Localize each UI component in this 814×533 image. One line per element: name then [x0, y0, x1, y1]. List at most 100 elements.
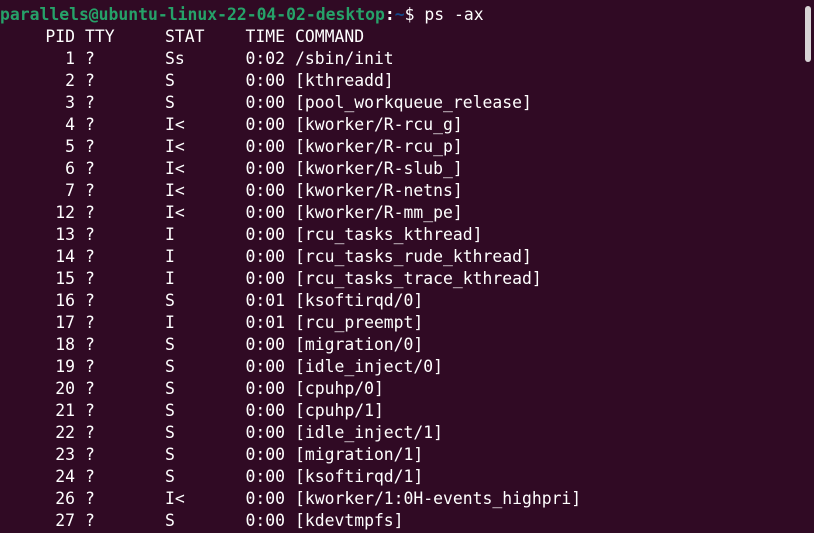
scrollbar-thumb[interactable]	[805, 6, 811, 62]
process-pid: 6	[65, 159, 75, 178]
vertical-scrollbar[interactable]	[800, 0, 814, 533]
process-time: 0:00	[245, 379, 285, 398]
process-command: [kworker/R-mm_pe]	[295, 203, 463, 222]
process-time: 0:00	[245, 159, 285, 178]
process-row: 19? S 0:00 [idle_inject/0]	[0, 356, 798, 378]
process-command: [kworker/1:0H-events_highpri]	[295, 489, 582, 508]
prompt-user-host: parallels@ubuntu-linux-22-04-02-desktop	[0, 5, 385, 24]
process-time: 0:00	[245, 489, 285, 508]
prompt-dollar: $	[404, 5, 425, 24]
process-tty: ?	[85, 71, 95, 90]
process-command: [kworker/R-slub_]	[295, 159, 463, 178]
process-time: 0:00	[245, 181, 285, 200]
typed-command: ps -ax	[424, 5, 484, 24]
process-row: 13? I 0:00 [rcu_tasks_kthread]	[0, 224, 798, 246]
process-row: 27? S 0:00 [kdevtmpfs]	[0, 510, 798, 532]
process-command: [rcu_tasks_rude_kthread]	[295, 247, 532, 266]
process-row: 12? I< 0:00 [kworker/R-mm_pe]	[0, 202, 798, 224]
process-time: 0:00	[245, 203, 285, 222]
process-row: 23? S 0:00 [migration/1]	[0, 444, 798, 466]
process-time: 0:00	[245, 467, 285, 486]
prompt-separator: :	[384, 5, 395, 24]
process-stat: S	[165, 291, 175, 310]
process-row: 5? I< 0:00 [kworker/R-rcu_p]	[0, 136, 798, 158]
process-tty: ?	[85, 445, 95, 464]
process-command: [kthreadd]	[295, 71, 394, 90]
process-time: 0:02	[245, 49, 285, 68]
prompt-line: parallels@ubuntu-linux-22-04-02-desktop:…	[0, 4, 798, 26]
process-time: 0:00	[245, 93, 285, 112]
process-tty: ?	[85, 137, 95, 156]
process-row: 24? S 0:00 [ksoftirqd/1]	[0, 466, 798, 488]
process-time: 0:00	[245, 423, 285, 442]
process-pid: 17	[55, 313, 75, 332]
process-row: 16? S 0:01 [ksoftirqd/0]	[0, 290, 798, 312]
process-command: [kworker/R-netns]	[295, 181, 463, 200]
process-pid: 24	[55, 467, 75, 486]
process-time: 0:00	[245, 269, 285, 288]
process-command: [ksoftirqd/1]	[295, 467, 424, 486]
process-stat: I<	[165, 159, 185, 178]
process-row: 6? I< 0:00 [kworker/R-slub_]	[0, 158, 798, 180]
process-pid: 18	[55, 335, 75, 354]
process-stat: I	[165, 247, 175, 266]
process-tty: ?	[85, 379, 95, 398]
process-tty: ?	[85, 357, 95, 376]
process-command: [kworker/R-rcu_g]	[295, 115, 463, 134]
process-stat: I<	[165, 137, 185, 156]
process-command: [rcu_preempt]	[295, 313, 424, 332]
process-stat: S	[165, 423, 175, 442]
process-stat: I<	[165, 489, 185, 508]
process-command: [migration/1]	[295, 445, 424, 464]
ps-header-row: PID TTY STAT TIME COMMAND	[0, 26, 798, 48]
process-stat: Ss	[165, 49, 185, 68]
process-row: 26? I< 0:00 [kworker/1:0H-events_highpri]	[0, 488, 798, 510]
process-row: 2? S 0:00 [kthreadd]	[0, 70, 798, 92]
process-command: [cpuhp/0]	[295, 379, 384, 398]
process-tty: ?	[85, 115, 95, 134]
process-pid: 21	[55, 401, 75, 420]
process-tty: ?	[85, 49, 95, 68]
process-command: [cpuhp/1]	[295, 401, 384, 420]
header-pid: PID	[45, 27, 75, 46]
process-stat: S	[165, 357, 175, 376]
terminal-window[interactable]: parallels@ubuntu-linux-22-04-02-desktop:…	[0, 0, 814, 533]
process-tty: ?	[85, 247, 95, 266]
process-tty: ?	[85, 423, 95, 442]
process-row: 4? I< 0:00 [kworker/R-rcu_g]	[0, 114, 798, 136]
header-command: COMMAND	[295, 27, 365, 46]
process-pid: 2	[65, 71, 75, 90]
process-tty: ?	[85, 489, 95, 508]
process-pid: 7	[65, 181, 75, 200]
process-time: 0:01	[245, 291, 285, 310]
process-tty: ?	[85, 335, 95, 354]
process-stat: I	[165, 269, 175, 288]
process-tty: ?	[85, 159, 95, 178]
process-time: 0:00	[245, 335, 285, 354]
process-command: [rcu_tasks_kthread]	[295, 225, 483, 244]
process-pid: 15	[55, 269, 75, 288]
process-time: 0:01	[245, 313, 285, 332]
process-command: [migration/0]	[295, 335, 424, 354]
process-row: 18? S 0:00 [migration/0]	[0, 334, 798, 356]
process-command: /sbin/init	[295, 49, 394, 68]
process-pid: 26	[55, 489, 75, 508]
process-time: 0:00	[245, 71, 285, 90]
process-stat: S	[165, 511, 175, 530]
process-row: 7? I< 0:00 [kworker/R-netns]	[0, 180, 798, 202]
process-pid: 22	[55, 423, 75, 442]
process-row: 1? Ss 0:02/sbin/init	[0, 48, 798, 70]
process-tty: ?	[85, 269, 95, 288]
process-row: 22? S 0:00 [idle_inject/1]	[0, 422, 798, 444]
process-pid: 19	[55, 357, 75, 376]
process-stat: I<	[165, 203, 185, 222]
process-time: 0:00	[245, 445, 285, 464]
process-pid: 20	[55, 379, 75, 398]
process-stat: I	[165, 313, 175, 332]
process-stat: S	[165, 335, 175, 354]
process-row: 15? I 0:00 [rcu_tasks_trace_kthread]	[0, 268, 798, 290]
process-stat: S	[165, 445, 175, 464]
process-stat: I<	[165, 115, 185, 134]
process-pid: 13	[55, 225, 75, 244]
process-tty: ?	[85, 467, 95, 486]
